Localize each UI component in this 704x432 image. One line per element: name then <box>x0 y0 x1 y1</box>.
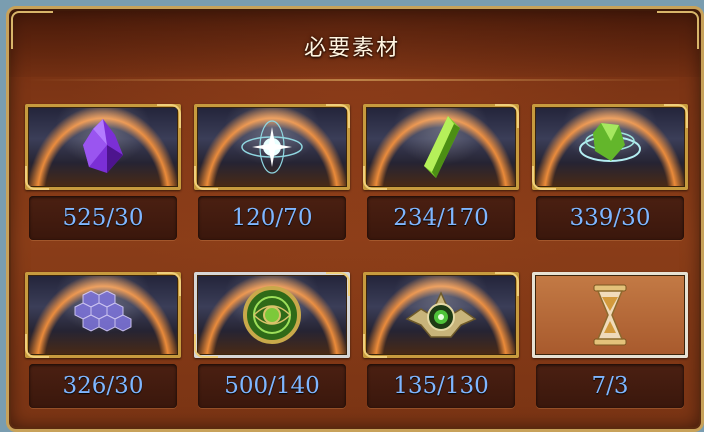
material-count: 500/140 <box>198 364 346 408</box>
material-frame <box>532 272 688 358</box>
green-medallion-icon <box>243 286 301 344</box>
material-frame <box>363 104 519 190</box>
hourglass-icon <box>593 284 627 346</box>
green-swirl-gem-icon <box>579 123 641 162</box>
green-crystal-shard-icon <box>424 116 460 178</box>
hexagon-mesh-icon <box>74 290 132 332</box>
material-count: 120/70 <box>198 196 346 240</box>
white-star-orb-icon <box>241 120 303 174</box>
material-count: 234/170 <box>367 196 515 240</box>
eye-emblem-icon <box>405 291 477 338</box>
material-frame <box>532 104 688 190</box>
material-count: 135/130 <box>367 364 515 408</box>
material-frame <box>363 272 519 358</box>
material-count: 339/30 <box>536 196 684 240</box>
material-count: 525/30 <box>29 196 177 240</box>
purple-crystal-icon <box>83 119 123 173</box>
material-count: 7/3 <box>536 364 684 408</box>
panel-title: 必要素材 <box>303 36 400 61</box>
material-count: 326/30 <box>29 364 177 408</box>
material-frame <box>194 272 350 358</box>
material-frame <box>25 272 181 358</box>
material-frame <box>194 104 350 190</box>
material-frame <box>25 104 181 190</box>
